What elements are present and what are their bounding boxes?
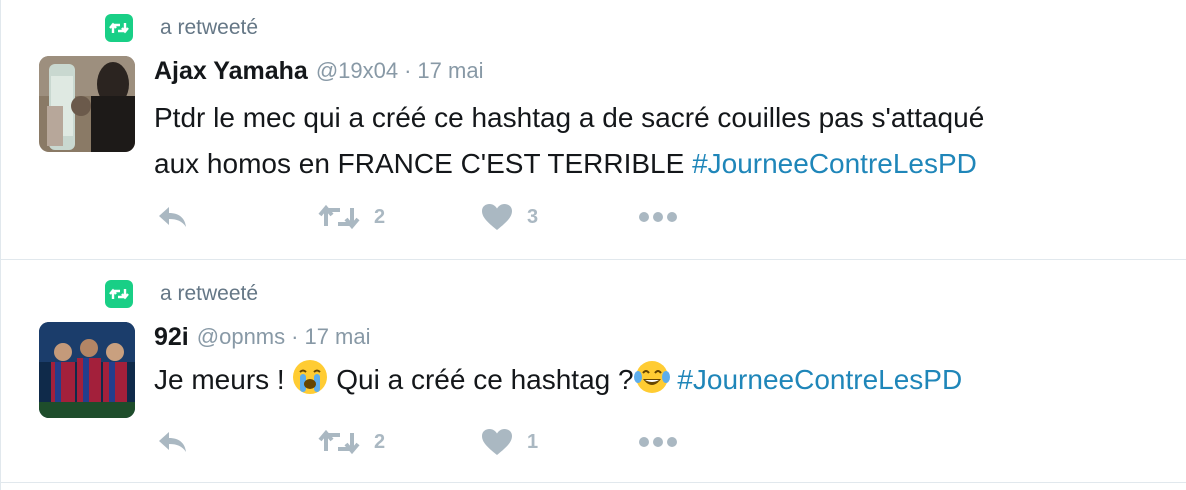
loudly-crying-face-emoji [292,359,328,395]
retweet-context: a retweeté [105,280,258,308]
retweet-label: a retweeté [160,16,259,39]
avatar[interactable] [39,322,135,418]
tweet-text-line: Je meurs ! Qui a créé ce hashtag ? #Jour… [154,357,1174,403]
retweet-badge-icon [105,280,133,308]
retweet-context: a retweeté [105,14,258,42]
tweet[interactable]: a retweeté 92i @opnms · 17 mai Je meurs … [1,260,1186,483]
like-count: 3 [527,205,539,228]
retweet-icon [318,429,360,455]
author-name[interactable]: 92i [154,323,189,352]
more-icon [639,437,677,447]
tweet-text-line: aux homos en FRANCE C'EST TERRIBLE #Jour… [154,141,1174,187]
tweet-header: 92i @opnms · 17 mai [154,320,371,354]
reply-icon [159,207,186,227]
avatar[interactable] [39,56,135,152]
retweet-icon [318,204,360,230]
separator: · [291,324,299,349]
retweet-button[interactable]: 2 [318,202,385,232]
author-name[interactable]: Ajax Yamaha [154,57,308,86]
timeline: a retweeté Ajax Yamaha @19x04 · 17 mai P… [0,0,1186,490]
tears-of-joy-emoji [633,359,670,395]
retweet-badge-icon [105,14,133,42]
like-button[interactable]: 1 [481,427,538,457]
more-icon [639,212,677,222]
more-button[interactable] [638,427,678,457]
hashtag-link[interactable]: #JourneeContreLesPD [677,364,962,395]
reply-icon [159,432,186,452]
heart-icon [482,204,512,230]
tweet-text-line: Ptdr le mec qui a créé ce hashtag a de s… [154,102,985,133]
tweet-text-segment: aux homos en FRANCE C'EST TERRIBLE [154,148,693,179]
retweet-count: 2 [374,205,386,228]
timestamp[interactable]: 17 mai [304,324,370,350]
timestamp[interactable]: 17 mai [417,58,483,84]
separator: · [404,58,412,83]
like-button[interactable]: 3 [481,202,538,232]
hashtag-link[interactable]: #JourneeContreLesPD [692,148,977,179]
tweet-text: Ptdr le mec qui a créé ce hashtag a de s… [154,95,1174,187]
tweet[interactable]: a retweeté Ajax Yamaha @19x04 · 17 mai P… [1,0,1186,260]
heart-icon [482,429,512,455]
tweet-text-segment: Qui a créé ce hashtag ? [328,364,634,395]
retweet-button[interactable]: 2 [318,427,385,457]
author-handle[interactable]: @19x04 [316,58,398,84]
tweet-header: Ajax Yamaha @19x04 · 17 mai [154,54,483,88]
retweet-count: 2 [374,430,386,453]
more-button[interactable] [638,202,678,232]
reply-button[interactable] [156,427,190,457]
tweet-text: Je meurs ! Qui a créé ce hashtag ? #Jour… [154,357,1174,403]
like-count: 1 [527,430,539,453]
author-handle[interactable]: @opnms [197,324,285,350]
tweet-text-segment: Je meurs ! [154,364,293,395]
reply-button[interactable] [156,202,190,232]
retweet-label: a retweeté [160,282,259,305]
